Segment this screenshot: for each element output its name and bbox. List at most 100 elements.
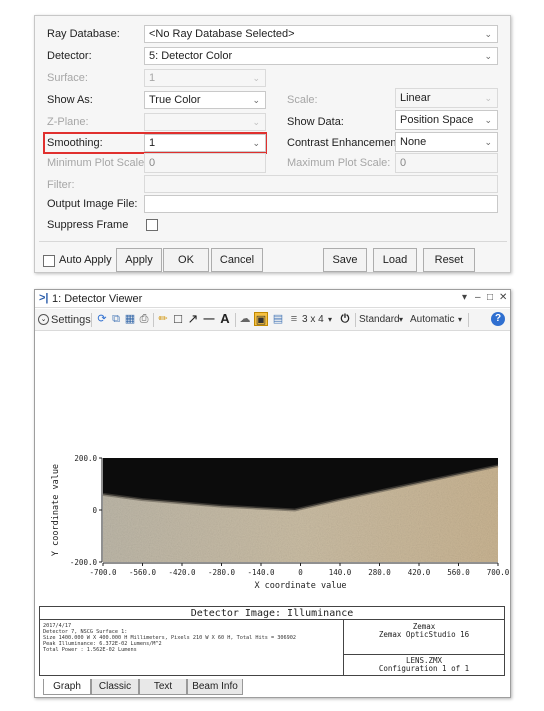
y-tick-label: 200.0	[74, 454, 97, 463]
contrast-enhancement-value: None	[400, 136, 427, 148]
scale-value: Linear	[400, 92, 431, 104]
smoothing-value: 1	[149, 137, 156, 149]
save-icon[interactable]: ▦	[123, 312, 137, 326]
window-icon[interactable]: ▤	[271, 312, 285, 326]
reset-button[interactable]: Reset	[423, 248, 475, 272]
surface-dropdown[interactable]: 1 ⌄	[144, 69, 266, 87]
chevron-down-icon: ⌄	[252, 73, 260, 83]
layout-grid-button[interactable]: 3 x 4	[302, 312, 324, 328]
min-plot-scale-label: Minimum Plot Scale:	[47, 157, 148, 169]
toolbar-separator	[468, 313, 469, 327]
chevron-down-icon: ⌄	[484, 29, 492, 39]
settings-dialog: Ray Database: <No Ray Database Selected>…	[34, 15, 511, 273]
configuration-label: Configuration 1 of 1	[378, 664, 470, 673]
show-as-dropdown[interactable]: True Color ⌄	[144, 91, 266, 109]
load-button[interactable]: Load	[373, 248, 417, 272]
toolbar-separator	[91, 313, 92, 327]
copy-icon[interactable]: ⧉	[109, 312, 123, 326]
x-axis-label: X coordinate value	[254, 581, 346, 591]
tab-beam-info[interactable]: Beam Info	[187, 679, 243, 695]
y-tick-label: 0	[92, 506, 97, 515]
plot-area: -700.0 -560.0 -420.0 -280.0 -140.0 0 140.0 280.…	[35, 332, 510, 604]
tab-text[interactable]: Text	[139, 679, 187, 695]
toolbar-separator	[235, 313, 236, 327]
min-plot-scale-input[interactable]: 0	[144, 153, 266, 173]
settings-button[interactable]: Settings	[51, 312, 91, 328]
standard-dropdown[interactable]: Standard	[359, 312, 400, 328]
viewer-titlebar: >| 1: Detector Viewer ▾ – □ ✕	[35, 290, 510, 308]
x-tick-label: 420.0	[408, 568, 431, 577]
ray-database-label: Ray Database:	[47, 28, 120, 40]
x-tick-label: 0	[298, 568, 303, 577]
show-data-value: Position Space	[400, 114, 474, 126]
refresh-icon[interactable]: ⟳	[95, 312, 109, 326]
print-icon[interactable]: ⎙	[137, 312, 151, 326]
maximize-icon[interactable]: □	[487, 292, 493, 303]
smoothing-label: Smoothing:	[47, 137, 103, 149]
y-tick-label: -200.0	[70, 558, 98, 567]
x-tick-label: -700.0	[89, 568, 117, 577]
detector-plot: -700.0 -560.0 -420.0 -280.0 -140.0 0 140.0 280.…	[51, 454, 510, 591]
help-icon[interactable]: ?	[491, 312, 505, 326]
chevron-down-icon: ⌄	[252, 95, 260, 105]
chevron-down-icon: ⌄	[252, 138, 260, 148]
filter-input[interactable]	[144, 175, 498, 193]
chevron-down-icon: ⌄	[252, 117, 260, 127]
surface-value: 1	[149, 72, 156, 84]
detector-label: Detector:	[47, 50, 92, 62]
chevron-down-icon[interactable]: ▾	[399, 312, 403, 328]
z-plane-label: Z-Plane:	[47, 116, 89, 128]
pencil-icon[interactable]: ✏	[156, 312, 170, 326]
detector-value: 5: Detector Color	[149, 50, 233, 62]
chevron-down-icon: ⌄	[484, 93, 492, 103]
detector-dropdown[interactable]: 5: Detector Color ⌄	[144, 47, 498, 65]
info-divider	[343, 654, 504, 655]
automatic-dropdown[interactable]: Automatic	[410, 312, 454, 328]
apply-button[interactable]: Apply	[116, 248, 162, 272]
x-tick-label: 700.0	[487, 568, 510, 577]
x-tick-label: -560.0	[129, 568, 157, 577]
auto-apply-checkbox[interactable]	[43, 255, 55, 267]
smoothing-dropdown[interactable]: 1 ⌄	[144, 134, 266, 152]
x-tick-label: -280.0	[208, 568, 236, 577]
arrow-icon[interactable]: ↗	[186, 312, 200, 326]
scale-dropdown[interactable]: Linear ⌄	[395, 88, 498, 108]
close-icon[interactable]: ✕	[499, 292, 507, 303]
contrast-enhancement-dropdown[interactable]: None ⌄	[395, 132, 498, 152]
text-icon[interactable]: A	[218, 312, 232, 326]
fit-window-icon[interactable]: ▣	[254, 312, 268, 326]
x-tick-label: 560.0	[447, 568, 470, 577]
chevron-down-icon[interactable]: ▾	[458, 312, 462, 328]
power-icon[interactable]: ⏻	[338, 312, 352, 326]
minimize-icon[interactable]: –	[475, 292, 481, 303]
info-panel: Detector Image: Illuminance 2017/4/17 De…	[39, 606, 505, 676]
rectangle-icon[interactable]: □	[171, 312, 185, 326]
max-plot-scale-input[interactable]: 0	[395, 153, 498, 173]
toolbar-separator	[153, 313, 154, 327]
chevron-down-icon: ⌄	[484, 51, 492, 61]
tab-graph[interactable]: Graph	[43, 679, 91, 695]
output-image-file-input[interactable]	[144, 195, 498, 213]
line-icon[interactable]: —	[202, 312, 216, 326]
cancel-button[interactable]: Cancel	[211, 248, 263, 272]
ok-button[interactable]: OK	[163, 248, 209, 272]
auto-apply-label: Auto Apply	[59, 254, 112, 266]
z-plane-dropdown[interactable]: ⌄	[144, 113, 266, 131]
lock-icon[interactable]: ☁	[238, 312, 252, 326]
dock-arrow-icon[interactable]: >|	[39, 292, 49, 304]
show-data-label: Show Data:	[287, 116, 344, 128]
tab-classic[interactable]: Classic	[91, 679, 139, 695]
dropdown-icon[interactable]: ▾	[462, 292, 467, 303]
show-data-dropdown[interactable]: Position Space ⌄	[395, 110, 498, 130]
layers-icon[interactable]: ≡	[287, 312, 301, 326]
surface-label: Surface:	[47, 72, 88, 84]
suppress-frame-checkbox[interactable]	[146, 219, 158, 231]
chevron-down-icon[interactable]: ⌄	[38, 314, 49, 325]
chevron-down-icon[interactable]: ▾	[328, 312, 332, 328]
ray-database-dropdown[interactable]: <No Ray Database Selected> ⌄	[144, 25, 498, 43]
x-tick-label: -420.0	[168, 568, 196, 577]
info-line-power: Total Power : 1.562E-02 Lumens	[43, 647, 137, 653]
viewer-title: 1: Detector Viewer	[52, 293, 143, 305]
contrast-enhancement-label: Contrast Enhancement:	[287, 137, 403, 149]
save-button[interactable]: Save	[323, 248, 367, 272]
